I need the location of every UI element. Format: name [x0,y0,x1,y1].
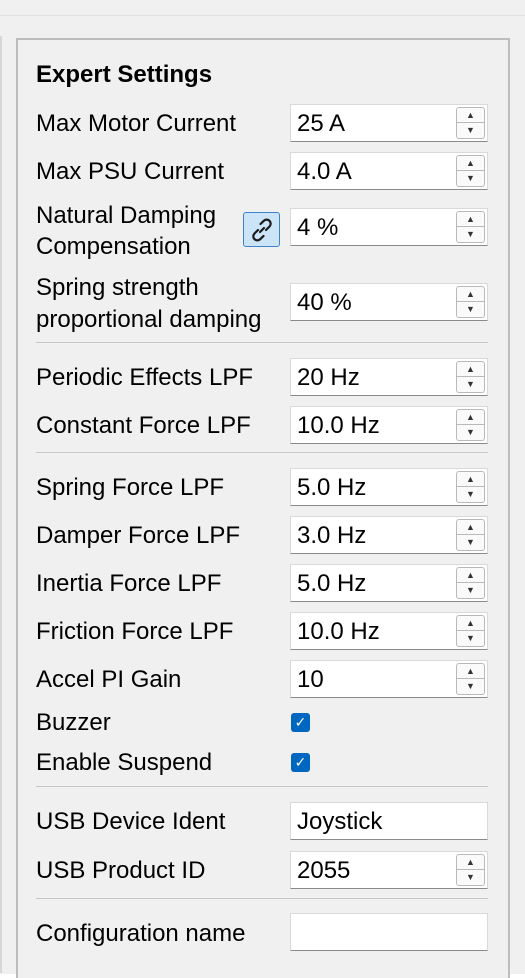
spin-up-arrow-icon[interactable]: ▲ [456,854,485,870]
spin-buttons: ▲ ▼ [456,471,485,503]
usb-device-ident-label: USB Device Ident [36,808,226,835]
spring-force-lpf-label: Spring Force LPF [36,474,225,501]
spin-up-arrow-icon[interactable]: ▲ [456,567,485,583]
spin-down-arrow-icon[interactable]: ▼ [456,171,485,187]
spring-strength-label-line1: Spring strength [36,274,199,301]
natural-damping-spinbox[interactable]: 4 % ▲ ▼ [290,208,488,246]
spin-down-arrow-icon[interactable]: ▼ [456,377,485,393]
spin-up-arrow-icon[interactable]: ▲ [456,471,485,487]
constant-force-lpf-label: Constant Force LPF [36,412,251,439]
periodic-effects-lpf-value[interactable]: 20 Hz [297,359,360,397]
spin-up-arrow-icon[interactable]: ▲ [456,107,485,123]
spin-buttons: ▲ ▼ [456,409,485,441]
spin-up-arrow-icon[interactable]: ▲ [456,211,485,227]
spin-down-arrow-icon[interactable]: ▼ [456,227,485,243]
friction-force-lpf-value[interactable]: 10.0 Hz [297,613,380,651]
spin-up-arrow-icon[interactable]: ▲ [456,409,485,425]
accel-pi-gain-value[interactable]: 10 [297,661,324,699]
usb-product-id-label: USB Product ID [36,857,206,884]
spin-buttons: ▲ ▼ [456,286,485,318]
friction-force-lpf-spinbox[interactable]: 10.0 Hz ▲ ▼ [290,612,488,650]
configuration-name-input[interactable] [290,913,488,951]
link-chain-icon[interactable] [243,212,280,247]
usb-device-ident-value[interactable]: Joystick [297,803,382,841]
spring-force-lpf-value[interactable]: 5.0 Hz [297,469,366,507]
natural-damping-label-line2: Compensation [36,233,191,260]
enable-suspend-checkbox[interactable]: ✓ [291,753,310,772]
friction-force-lpf-label: Friction Force LPF [36,618,234,645]
periodic-effects-lpf-spinbox[interactable]: 20 Hz ▲ ▼ [290,358,488,396]
spin-down-arrow-icon[interactable]: ▼ [456,302,485,318]
accel-pi-gain-spinbox[interactable]: 10 ▲ ▼ [290,660,488,698]
usb-device-ident-input[interactable]: Joystick [290,802,488,840]
spin-up-arrow-icon[interactable]: ▲ [456,663,485,679]
enable-suspend-label: Enable Suspend [36,749,213,776]
spin-down-arrow-icon[interactable]: ▼ [456,631,485,647]
spin-up-arrow-icon[interactable]: ▲ [456,615,485,631]
inertia-force-lpf-value[interactable]: 5.0 Hz [297,565,366,603]
max-motor-current-spinbox[interactable]: 25 A ▲ ▼ [290,104,488,142]
max-psu-current-spinbox[interactable]: 4.0 A ▲ ▼ [290,152,488,190]
spin-up-arrow-icon[interactable]: ▲ [456,361,485,377]
spin-buttons: ▲ ▼ [456,854,485,886]
spin-up-arrow-icon[interactable]: ▲ [456,286,485,302]
top-strip [0,0,525,15]
separator-line [36,452,488,453]
damper-force-lpf-label: Damper Force LPF [36,522,241,549]
spin-buttons: ▲ ▼ [456,361,485,393]
spring-strength-value[interactable]: 40 % [297,284,352,322]
spin-buttons: ▲ ▼ [456,211,485,243]
spring-strength-label-line2: proportional damping [36,306,262,333]
accel-pi-gain-label: Accel PI Gain [36,666,182,693]
inertia-force-lpf-label: Inertia Force LPF [36,570,222,597]
damper-force-lpf-value[interactable]: 3.0 Hz [297,517,366,555]
max-motor-current-value[interactable]: 25 A [297,105,345,143]
periodic-effects-lpf-label: Periodic Effects LPF [36,364,253,391]
natural-damping-value[interactable]: 4 % [297,209,338,247]
spring-force-lpf-spinbox[interactable]: 5.0 Hz ▲ ▼ [290,468,488,506]
link-chain-icon-graphic [252,218,272,242]
max-psu-current-label: Max PSU Current [36,158,225,185]
spin-down-arrow-icon[interactable]: ▼ [456,123,485,139]
spin-buttons: ▲ ▼ [456,155,485,187]
buzzer-label: Buzzer [36,709,111,736]
max-motor-current-label: Max Motor Current [36,110,237,137]
left-edge-divider [0,36,2,973]
spin-buttons: ▲ ▼ [456,107,485,139]
spin-up-arrow-icon[interactable]: ▲ [456,519,485,535]
separator-line [36,898,488,899]
spin-down-arrow-icon[interactable]: ▼ [456,487,485,503]
constant-force-lpf-value[interactable]: 10.0 Hz [297,407,380,445]
spin-buttons: ▲ ▼ [456,567,485,599]
max-psu-current-value[interactable]: 4.0 A [297,153,352,191]
spin-down-arrow-icon[interactable]: ▼ [456,679,485,695]
constant-force-lpf-spinbox[interactable]: 10.0 Hz ▲ ▼ [290,406,488,444]
natural-damping-label-line1: Natural Damping [36,202,217,229]
buzzer-checkbox[interactable]: ✓ [291,713,310,732]
spin-down-arrow-icon[interactable]: ▼ [456,535,485,551]
usb-product-id-spinbox[interactable]: 2055 ▲ ▼ [290,851,488,889]
configuration-name-label: Configuration name [36,920,246,947]
spin-buttons: ▲ ▼ [456,519,485,551]
damper-force-lpf-spinbox[interactable]: 3.0 Hz ▲ ▼ [290,516,488,554]
spin-down-arrow-icon[interactable]: ▼ [456,583,485,599]
separator-line [36,342,488,343]
usb-product-id-value[interactable]: 2055 [297,852,350,890]
spin-down-arrow-icon[interactable]: ▼ [456,870,485,886]
spin-buttons: ▲ ▼ [456,615,485,647]
spin-up-arrow-icon[interactable]: ▲ [456,155,485,171]
spin-buttons: ▲ ▼ [456,663,485,695]
spin-down-arrow-icon[interactable]: ▼ [456,425,485,441]
group-title: Expert Settings [36,61,213,88]
spring-strength-spinbox[interactable]: 40 % ▲ ▼ [290,283,488,321]
separator-line [36,786,488,787]
inertia-force-lpf-spinbox[interactable]: 5.0 Hz ▲ ▼ [290,564,488,602]
